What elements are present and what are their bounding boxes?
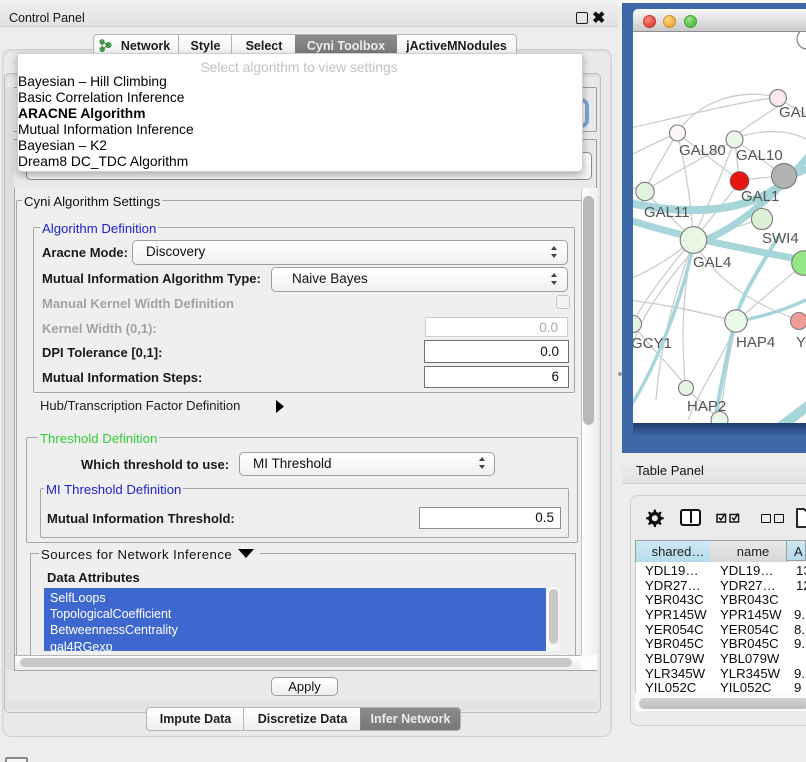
svg-text:SWI4: SWI4 [762, 230, 799, 247]
svg-text:HAP2: HAP2 [687, 398, 726, 415]
svg-text:GCY1: GCY1 [633, 335, 672, 352]
svg-text:GAL1: GAL1 [741, 188, 779, 205]
svg-text:GAL7: GAL7 [779, 104, 806, 121]
svg-text:YP: YP [796, 334, 806, 351]
svg-text:HAP4: HAP4 [736, 334, 775, 351]
svg-text:GAL80: GAL80 [679, 142, 726, 159]
svg-text:GAL11: GAL11 [644, 204, 690, 221]
svg-text:GAL4: GAL4 [693, 254, 731, 271]
svg-text:GAL10: GAL10 [736, 147, 783, 164]
